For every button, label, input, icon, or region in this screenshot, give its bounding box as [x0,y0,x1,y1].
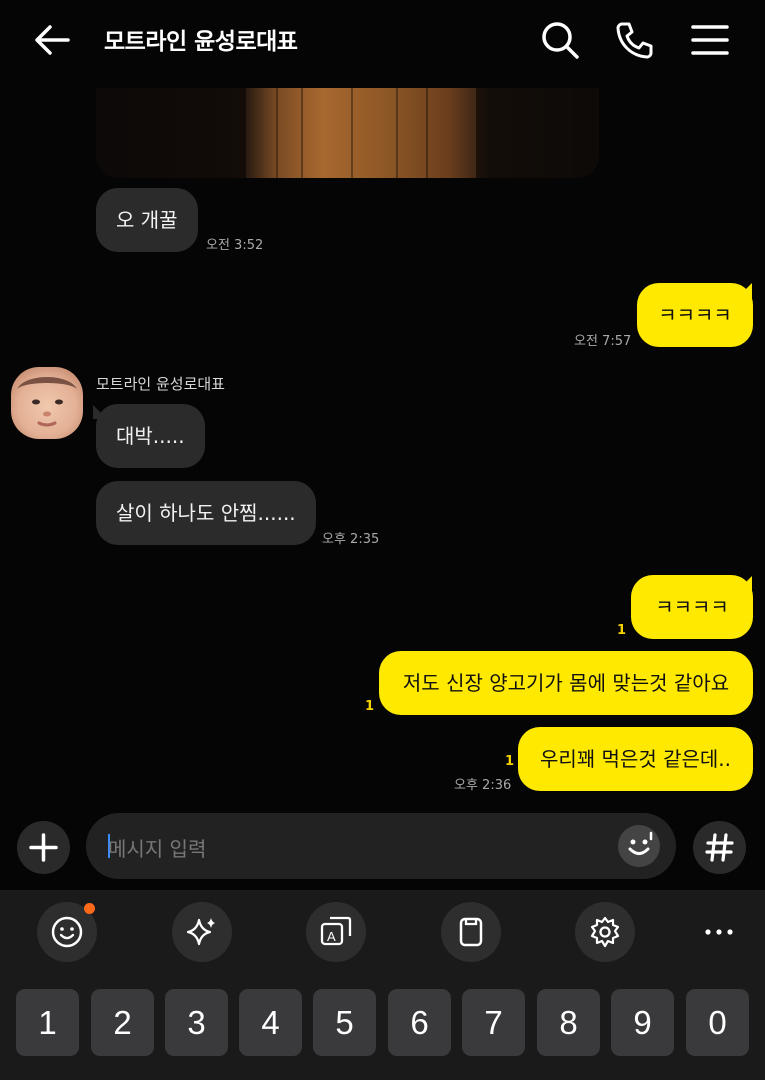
message-bubble-outgoing[interactable]: 우리꽤 먹은것 같은데.. [518,727,753,791]
unread-count: 1 [505,754,515,769]
key-6[interactable]: 6 [388,989,451,1056]
settings-gear-icon[interactable] [575,902,635,962]
message-bubble-incoming[interactable]: 살이 하나도 안찜...... [96,481,316,545]
sender-avatar[interactable] [11,367,83,439]
message-time: 오후 2:35 [322,532,380,547]
message-bubble-outgoing[interactable]: 저도 신장 양고기가 몸에 맞는것 같아요 [379,651,753,715]
menu-icon[interactable] [690,20,730,60]
key-1[interactable]: 1 [16,989,79,1056]
message-time: 오전 7:57 [574,334,632,349]
key-5[interactable]: 5 [313,989,376,1056]
emoticon-button[interactable] [618,825,660,867]
key-2[interactable]: 2 [91,989,154,1056]
key-0[interactable]: 0 [686,989,749,1056]
key-8[interactable]: 8 [537,989,600,1056]
keyboard-number-row: 1 2 3 4 5 6 7 8 9 0 [0,973,765,1080]
message-bubble-outgoing[interactable]: ㅋㅋㅋㅋ [637,283,753,347]
more-options-icon[interactable] [696,912,742,952]
key-9[interactable]: 9 [611,989,674,1056]
message-bubble-incoming[interactable]: 오 개꿀 [96,188,198,252]
ai-sparkle-icon[interactable] [172,902,232,962]
message-input-bar: 메시지 입력 [0,810,765,890]
svg-text:A: A [327,929,336,944]
shared-photo[interactable] [96,88,599,178]
notification-dot [84,903,95,914]
chat-title: 모트라인 윤성로대표 [104,29,298,55]
sender-name: 모트라인 윤성로대표 [96,375,225,393]
message-time: 오전 3:52 [206,238,264,253]
message-input[interactable]: 메시지 입력 [86,813,676,879]
unread-count: 1 [365,699,375,714]
phone-icon[interactable] [614,20,654,60]
chat-header: 모트라인 윤성로대표 [0,0,765,88]
clipboard-icon[interactable] [441,902,501,962]
key-4[interactable]: 4 [239,989,302,1056]
translate-icon[interactable]: A [306,902,366,962]
key-3[interactable]: 3 [165,989,228,1056]
hashtag-search-button[interactable] [693,821,746,874]
message-time: 오후 2:36 [454,778,512,793]
attach-plus-button[interactable] [17,821,70,874]
message-input-placeholder: 메시지 입력 [108,837,207,861]
keyboard-toolbar: A [0,890,765,973]
message-bubble-outgoing[interactable]: ㅋㅋㅋㅋ [631,575,753,639]
message-bubble-incoming[interactable]: 대박..... [96,404,205,468]
chat-messages[interactable]: 오 개꿀 오전 3:52 ㅋㅋㅋㅋ 오전 7:57 모트라인 윤성로대표 대박.… [0,88,765,810]
key-7[interactable]: 7 [462,989,525,1056]
search-icon[interactable] [540,20,580,60]
back-arrow-icon[interactable] [32,22,72,58]
unread-count: 1 [617,623,627,638]
